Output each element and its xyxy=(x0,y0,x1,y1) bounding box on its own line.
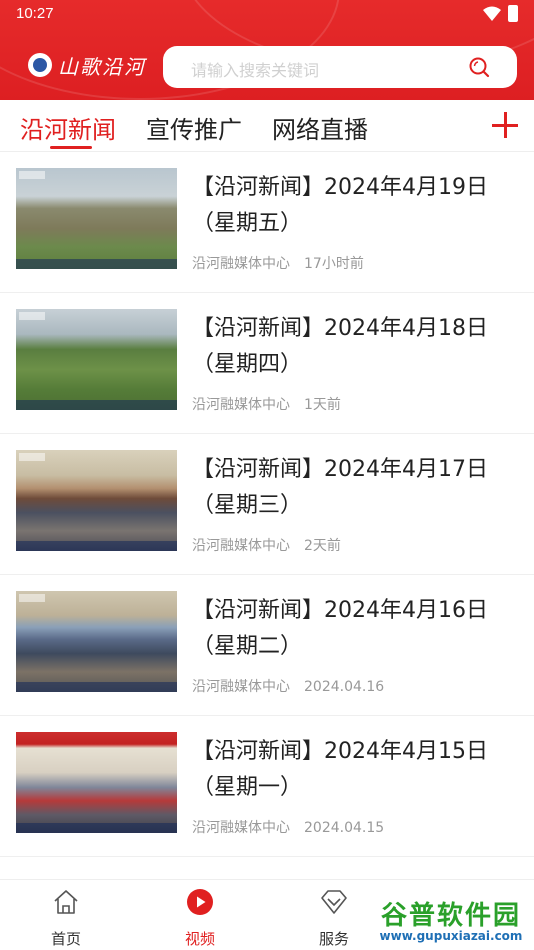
news-thumbnail[interactable] xyxy=(16,591,177,692)
nav-service[interactable]: 服务 xyxy=(294,880,374,950)
news-meta: 沿河融媒体中心 2024.04.15 xyxy=(192,817,384,837)
watermark-url: www.gupuxiazai.com xyxy=(379,929,523,943)
news-meta: 沿河融媒体中心 17小时前 xyxy=(192,253,364,273)
news-time: 1天前 xyxy=(304,397,341,413)
app-logo: 山歌沿河 xyxy=(28,48,146,82)
news-title[interactable]: 【沿河新闻】2024年4月17日（星期三） xyxy=(192,452,522,524)
status-time: 10:27 xyxy=(16,5,54,22)
news-source: 沿河融媒体中心 xyxy=(192,397,290,413)
news-title[interactable]: 【沿河新闻】2024年4月16日（星期二） xyxy=(192,593,522,665)
news-source: 沿河融媒体中心 xyxy=(192,820,290,836)
news-time: 2024.04.15 xyxy=(304,820,385,836)
tab-live[interactable]: 网络直播 xyxy=(272,110,368,145)
wifi-icon xyxy=(483,6,501,21)
channel-logo xyxy=(19,594,45,602)
news-time: 2天前 xyxy=(304,538,341,554)
news-meta: 沿河融媒体中心 2024.04.16 xyxy=(192,676,384,696)
battery-icon xyxy=(508,5,518,22)
news-title[interactable]: 【沿河新闻】2024年4月18日（星期四） xyxy=(192,311,522,383)
search-icon[interactable] xyxy=(468,56,490,78)
watermark-title: 谷普软件园 xyxy=(380,901,521,931)
channel-logo xyxy=(19,453,45,461)
nav-video[interactable]: 视频 xyxy=(160,880,240,950)
list-item[interactable]: 【沿河新闻】2024年4月17日（星期三） 沿河融媒体中心 2天前 xyxy=(0,434,534,575)
tab-yanhe-news[interactable]: 沿河新闻 xyxy=(20,110,116,145)
list-item[interactable]: 【沿河新闻】2024年4月18日（星期四） 沿河融媒体中心 1天前 xyxy=(0,293,534,434)
channel-logo xyxy=(19,312,45,320)
news-time: 2024.04.16 xyxy=(304,679,385,695)
category-tabs: 沿河新闻 宣传推广 网络直播 xyxy=(0,100,534,152)
channel-logo xyxy=(19,171,45,179)
play-icon[interactable] xyxy=(186,888,214,916)
thumbnail-caption-bar xyxy=(16,259,177,269)
list-item[interactable]: 【沿河新闻】2024年4月19日（星期五） 沿河融媒体中心 17小时前 xyxy=(0,152,534,293)
news-meta: 沿河融媒体中心 2天前 xyxy=(192,535,341,555)
logo-text: 山歌沿河 xyxy=(58,54,146,79)
nav-video-label[interactable]: 视频 xyxy=(160,928,240,949)
logo-emblem-icon xyxy=(28,53,52,77)
nav-home[interactable]: 首页 xyxy=(26,880,106,950)
news-thumbnail[interactable] xyxy=(16,168,177,269)
news-source: 沿河融媒体中心 xyxy=(192,679,290,695)
watermark: 谷普软件园 www.gupuxiazai.com xyxy=(372,893,530,948)
tab-promotion[interactable]: 宣传推广 xyxy=(146,110,242,145)
news-source: 沿河融媒体中心 xyxy=(192,538,290,554)
app-header: 10:27 山歌沿河 请输入搜索关键词 xyxy=(0,0,534,100)
nav-service-label[interactable]: 服务 xyxy=(294,928,374,949)
list-item[interactable]: 【沿河新闻】2024年4月16日（星期二） 沿河融媒体中心 2024.04.16 xyxy=(0,575,534,716)
thumbnail-caption-bar xyxy=(16,823,177,833)
news-meta: 沿河融媒体中心 1天前 xyxy=(192,394,341,414)
active-tab-indicator xyxy=(50,146,92,149)
list-item[interactable]: 【沿河新闻】2024年4月15日（星期一） 沿河融媒体中心 2024.04.15 xyxy=(0,716,534,857)
status-bar: 10:27 xyxy=(0,0,534,28)
news-thumbnail[interactable] xyxy=(16,732,177,833)
news-thumbnail[interactable] xyxy=(16,309,177,410)
news-title[interactable]: 【沿河新闻】2024年4月19日（星期五） xyxy=(192,170,522,242)
news-title[interactable]: 【沿河新闻】2024年4月15日（星期一） xyxy=(192,734,522,806)
thumbnail-caption-bar xyxy=(16,400,177,410)
news-source: 沿河融媒体中心 xyxy=(192,256,290,272)
home-icon[interactable] xyxy=(52,888,80,916)
thumbnail-caption-bar xyxy=(16,682,177,692)
news-time: 17小时前 xyxy=(304,256,364,272)
search-bar[interactable]: 请输入搜索关键词 xyxy=(163,46,517,88)
add-channel-icon[interactable] xyxy=(492,112,520,140)
diamond-icon[interactable] xyxy=(320,888,348,916)
news-thumbnail[interactable] xyxy=(16,450,177,551)
search-placeholder[interactable]: 请输入搜索关键词 xyxy=(191,57,319,81)
news-list: 【沿河新闻】2024年4月19日（星期五） 沿河融媒体中心 17小时前 【沿河新闻… xyxy=(0,152,534,857)
nav-home-label[interactable]: 首页 xyxy=(26,928,106,949)
thumbnail-caption-bar xyxy=(16,541,177,551)
